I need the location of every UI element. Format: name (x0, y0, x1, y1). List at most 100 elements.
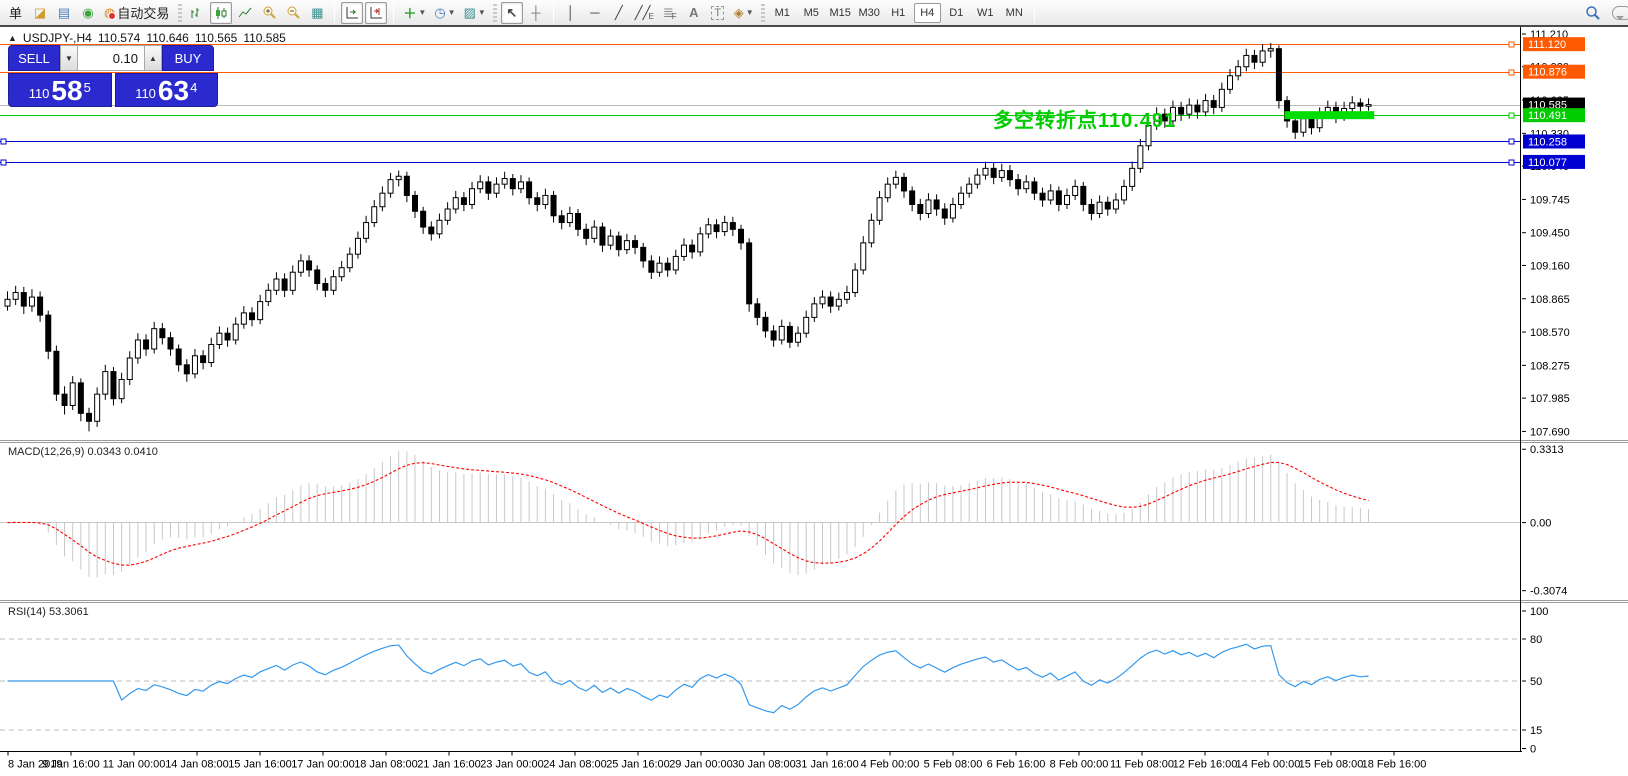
chart-shift-button[interactable] (365, 2, 387, 24)
macd-tick-label: -0.3074 (1530, 586, 1567, 598)
timeframe-m5[interactable]: M5 (798, 3, 825, 23)
candle (250, 313, 255, 320)
rsi-tick-label: 0 (1530, 744, 1536, 756)
sell-price-button[interactable]: 110585 (8, 73, 112, 107)
candle (910, 191, 915, 205)
line-handle[interactable] (1509, 70, 1514, 75)
buy-price-button[interactable]: 110634 (115, 73, 219, 107)
line-handle[interactable] (1509, 160, 1514, 165)
candle (600, 227, 605, 245)
candle (739, 229, 744, 243)
indicators-button[interactable]: ＋▼ (400, 2, 429, 24)
timeframe-m15[interactable]: M15 (827, 3, 854, 23)
volume-increase-button[interactable]: ▲ (144, 45, 162, 71)
candle (853, 270, 858, 293)
candle (1016, 180, 1021, 189)
candle (323, 284, 328, 291)
candle (804, 317, 809, 333)
signal-icon[interactable]: ◉ (77, 2, 99, 24)
candle (355, 238, 360, 254)
candle (1276, 49, 1281, 101)
horizontal-line-button[interactable]: ─ (584, 2, 606, 24)
crosshair-button[interactable]: ┼ (525, 2, 547, 24)
autotrading-button[interactable]: ◍ 自动交易 (101, 2, 174, 24)
time-axis-label: 9 Jan 16:00 (42, 759, 100, 771)
line-handle[interactable] (1, 139, 6, 144)
candle (119, 379, 124, 398)
candle (1219, 89, 1224, 107)
candle (1260, 51, 1265, 62)
profiles-icon[interactable]: ◪ (29, 2, 51, 24)
fibonacci-button[interactable]: ≣F (659, 2, 681, 24)
vertical-line-button[interactable]: │ (560, 2, 582, 24)
candle (665, 263, 670, 270)
timeframe-m1[interactable]: M1 (769, 3, 796, 23)
time-axis-label: 30 Jan 08:00 (732, 759, 796, 771)
tile-windows-icon[interactable]: ▦ (306, 2, 328, 24)
candle (176, 349, 181, 365)
trendline-button[interactable]: ╱ (608, 2, 630, 24)
candle (46, 315, 51, 351)
cursor-button[interactable]: ↖ (501, 2, 523, 24)
candle (747, 243, 752, 304)
candle (796, 333, 801, 342)
timeframe-h4[interactable]: H4 (914, 3, 941, 23)
volume-decrease-button[interactable]: ▼ (60, 45, 78, 71)
arrows-icon: ◈ (734, 5, 744, 21)
periods-button[interactable]: ◷▼ (431, 2, 458, 24)
sell-price-big: 58 (51, 78, 82, 104)
text-label-button[interactable]: T (707, 2, 729, 24)
candle (616, 236, 621, 250)
candle (421, 211, 426, 227)
toolbar-grip (761, 4, 765, 22)
volume-input[interactable] (78, 45, 144, 71)
timeframe-d1[interactable]: D1 (943, 3, 970, 23)
time-axis-label: 17 Jan 00:00 (291, 759, 355, 771)
chat-icon[interactable] (1612, 6, 1628, 20)
arrows-button[interactable]: ◈▼ (731, 2, 757, 24)
chevron-down-icon: ▼ (418, 8, 426, 17)
candle (559, 216, 564, 223)
candle (437, 220, 442, 234)
timeframe-h1[interactable]: H1 (885, 3, 912, 23)
candle (1350, 103, 1355, 109)
sell-price-sup: 5 (84, 82, 91, 94)
candle (681, 245, 686, 256)
candlestick-chart-button[interactable] (210, 2, 232, 24)
candle (144, 340, 149, 349)
candle (869, 220, 874, 243)
time-axis-label: 11 Feb 08:00 (1110, 759, 1174, 771)
auto-scroll-button[interactable] (341, 2, 363, 24)
timeframe-m30[interactable]: M30 (856, 3, 883, 23)
timeframe-mn[interactable]: MN (1001, 3, 1028, 23)
equidistant-channel-button[interactable]: ╱╱E (632, 2, 657, 24)
autotrading-basket-icon: ◍ (104, 5, 115, 21)
candle (1195, 105, 1200, 112)
templates-button[interactable]: ▨▼ (461, 2, 489, 24)
zoom-out-button[interactable] (282, 2, 304, 24)
line-handle[interactable] (1509, 113, 1514, 118)
new-order-button[interactable]: 单 (4, 2, 27, 24)
chevron-down-icon: ▼ (478, 8, 486, 17)
text-button[interactable]: A (683, 2, 705, 24)
charts-window-icon[interactable]: ▤ (53, 2, 75, 24)
line-handle[interactable] (1509, 42, 1514, 47)
candle (1187, 105, 1192, 114)
candle (1211, 101, 1216, 108)
chevron-down-icon: ▼ (448, 8, 456, 17)
sell-button[interactable]: SELL (8, 45, 60, 71)
candle (543, 195, 548, 204)
candle (999, 171, 1004, 178)
line-handle[interactable] (1509, 139, 1514, 144)
search-button[interactable] (1582, 2, 1604, 24)
buy-button[interactable]: BUY (162, 45, 214, 71)
ohlc-close: 110.585 (243, 31, 286, 45)
bar-chart-button[interactable] (186, 2, 208, 24)
pivot-highlight-zone[interactable] (1285, 111, 1375, 119)
timeframe-w1[interactable]: W1 (972, 3, 999, 23)
zoom-in-button[interactable] (258, 2, 280, 24)
collapse-icon[interactable]: ▲ (8, 33, 17, 43)
line-chart-button[interactable] (234, 2, 256, 24)
line-handle[interactable] (1, 160, 6, 165)
candle (1056, 191, 1061, 205)
